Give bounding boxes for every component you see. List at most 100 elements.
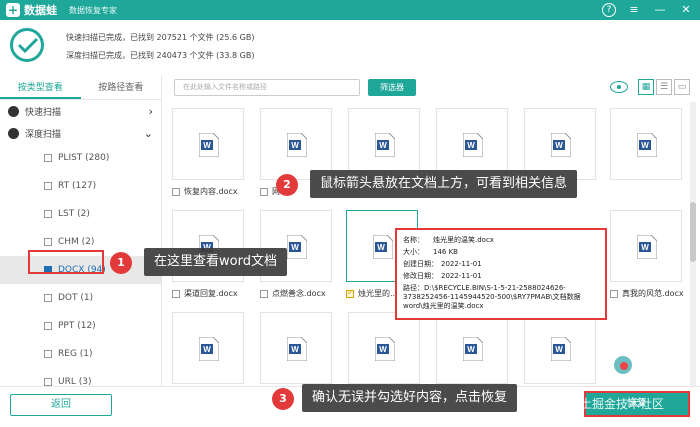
file-thumbnail[interactable]: W — [260, 312, 332, 384]
file-checkbox[interactable] — [260, 289, 268, 298]
type-checkbox[interactable] — [44, 350, 52, 358]
svg-text:W: W — [555, 141, 563, 150]
group-checkbox[interactable] — [8, 127, 19, 139]
filter-button[interactable]: 筛选器 — [368, 79, 416, 96]
info-path: D:\$RECYCLE.BIN\S-1-5-21-2588024626-3738… — [403, 284, 581, 310]
group-label: 快速扫描 — [25, 107, 62, 118]
info-key: 大小： — [403, 248, 424, 256]
file-thumbnail[interactable]: W — [610, 210, 682, 282]
app-subtitle: 数据恢复专家 — [69, 5, 117, 15]
type-item-url[interactable]: URL (3) — [0, 368, 161, 386]
grid-view-icon[interactable]: ▦ — [638, 79, 654, 95]
menu-icon[interactable]: ≡ — [626, 2, 642, 18]
word-file-icon: W — [551, 337, 571, 361]
view-mode-buttons: ▦ ☰ ▭ — [610, 79, 690, 95]
tab-by-type[interactable]: 按类型查看 — [0, 76, 81, 99]
type-checkbox[interactable] — [44, 238, 52, 246]
group-quick-scan[interactable]: 快速扫描 › — [0, 100, 161, 122]
type-checkbox[interactable] — [44, 182, 52, 190]
file-card[interactable]: W 真我的风范.docx — [610, 210, 686, 299]
word-file-icon: W — [463, 133, 483, 157]
type-item-dot[interactable]: DOT (1) — [0, 284, 161, 312]
detail-view-icon[interactable]: ▭ — [674, 79, 690, 95]
svg-text:W: W — [379, 141, 387, 150]
info-key: 路径： — [403, 284, 424, 292]
type-item-ppt[interactable]: PPT (12) — [0, 312, 161, 340]
scan-summary: 快速扫描已完成，已找到 207521 个文件 (25.6 GB) 深度扫描已完成… — [0, 20, 700, 70]
file-thumbnail[interactable]: W — [172, 312, 244, 384]
file-thumbnail[interactable]: W — [610, 108, 682, 180]
file-card[interactable]: W — [348, 312, 424, 384]
file-card[interactable]: W — [172, 312, 248, 384]
svg-text:W: W — [291, 141, 299, 150]
type-item-rt[interactable]: RT (127) — [0, 172, 161, 200]
file-name: 烛光里的... — [358, 289, 398, 298]
type-checkbox[interactable] — [44, 378, 52, 386]
docx-highlight-box — [28, 250, 104, 274]
file-checkbox[interactable] — [172, 289, 180, 298]
svg-text:W: W — [467, 345, 475, 354]
type-label: REG (1) — [58, 349, 93, 359]
svg-text:W: W — [377, 243, 385, 252]
scrollbar[interactable] — [690, 102, 696, 386]
file-name: 恢复内容.docx — [184, 187, 238, 196]
word-file-icon: W — [199, 337, 219, 361]
list-view-icon[interactable]: ☰ — [656, 79, 672, 95]
type-checkbox[interactable] — [44, 294, 52, 302]
file-checkbox[interactable] — [172, 187, 180, 196]
file-checkbox[interactable] — [260, 187, 268, 196]
title-bar: + 数据蛙 数据恢复专家 ? ≡ — ✕ — [0, 0, 700, 20]
file-thumbnail[interactable]: W — [348, 312, 420, 384]
type-label: URL (3) — [58, 377, 92, 386]
type-checkbox[interactable] — [44, 210, 52, 218]
file-thumbnail[interactable]: W — [524, 312, 596, 384]
back-button[interactable]: 返回 — [10, 394, 112, 416]
file-thumbnail[interactable]: W — [172, 108, 244, 180]
file-card[interactable]: W — [260, 312, 336, 384]
file-card[interactable]: W — [610, 108, 686, 180]
type-item-lst[interactable]: LST (2) — [0, 200, 161, 228]
file-card[interactable]: W 恢复内容.docx — [172, 108, 248, 197]
type-checkbox[interactable] — [44, 322, 52, 330]
preview-eye-icon[interactable] — [610, 81, 628, 93]
svg-text:W: W — [555, 345, 563, 354]
type-label: LST (2) — [58, 209, 90, 219]
close-icon[interactable]: ✕ — [678, 2, 694, 18]
app-name: 数据蛙 — [24, 4, 57, 17]
file-thumbnail[interactable]: W — [436, 312, 508, 384]
type-label: PPT (12) — [58, 321, 96, 331]
word-file-icon: W — [637, 235, 657, 259]
type-label: PLIST (280) — [58, 153, 110, 163]
file-card[interactable]: W — [524, 312, 600, 384]
svg-text:W: W — [379, 345, 387, 354]
step-tip-1: 在这里查看word文档 — [144, 248, 287, 276]
floating-assistant-icon[interactable] — [614, 356, 632, 374]
svg-text:W: W — [467, 141, 475, 150]
type-checkbox[interactable] — [44, 154, 52, 162]
tab-by-path[interactable]: 按路径查看 — [81, 76, 162, 99]
file-card[interactable]: W — [436, 312, 512, 384]
svg-text:W: W — [291, 345, 299, 354]
file-info-tooltip: 名称： 烛光里的温笑.docx 大小： 146 KB 创建日期： 2022-11-01… — [395, 228, 607, 320]
type-label: DOT (1) — [58, 293, 94, 303]
group-checkbox[interactable] — [8, 105, 19, 117]
chevron-right-icon[interactable]: › — [149, 105, 153, 118]
toolbar: 在此处输入文件名称或路径 筛选器 ▦ ☰ ▭ — [166, 76, 700, 100]
info-key: 修改日期： — [403, 272, 438, 280]
file-checkbox[interactable] — [610, 289, 618, 298]
word-file-icon: W — [199, 133, 219, 157]
svg-text:W: W — [203, 141, 211, 150]
group-label: 深度扫描 — [25, 129, 62, 140]
search-input[interactable]: 在此处输入文件名称或路径 — [174, 79, 360, 96]
view-tabs: 按类型查看 按路径查看 — [0, 76, 161, 100]
file-checkbox-checked[interactable] — [346, 288, 354, 298]
minimize-icon[interactable]: — — [652, 2, 668, 18]
help-icon[interactable]: ? — [602, 3, 616, 17]
scrollbar-thumb[interactable] — [690, 202, 696, 262]
info-created: 2022-11-01 — [441, 260, 482, 268]
word-file-icon: W — [373, 235, 393, 259]
group-deep-scan[interactable]: 深度扫描 ⌄ — [0, 122, 161, 144]
type-item-reg[interactable]: REG (1) — [0, 340, 161, 368]
chevron-down-icon[interactable]: ⌄ — [144, 127, 153, 140]
type-item-plist[interactable]: PLIST (280) — [0, 144, 161, 172]
